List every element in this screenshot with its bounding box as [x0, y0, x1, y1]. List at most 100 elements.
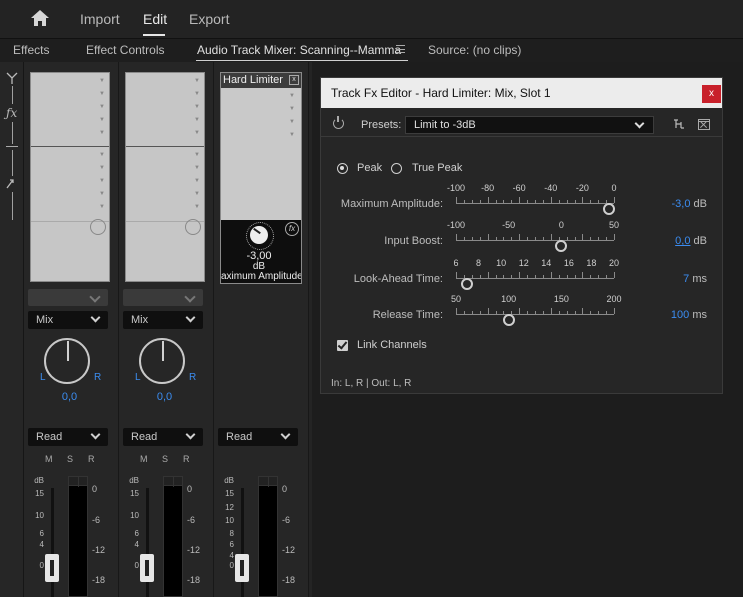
volume-fader[interactable] [140, 554, 154, 582]
param-value[interactable]: -3,0 dB [647, 198, 708, 210]
param-slider-tick [479, 237, 481, 240]
record-button[interactable]: R [88, 454, 95, 464]
automation-dropdown[interactable]: Read [218, 428, 298, 446]
send-slot[interactable]: ▼ [126, 201, 204, 216]
param-slider-rail[interactable] [456, 278, 614, 279]
true-peak-label[interactable]: True Peak [412, 162, 462, 174]
effects-rack: ▼ ▼ ▼ ▼ ▼ ▼ ▼ ▼ ▼ ▼ [125, 72, 205, 282]
effects-rack: Hard Limiter x ▼ ▼ ▼ ▼ fx -3,00 dB aximu… [220, 72, 302, 284]
tab-effects[interactable]: Effects [13, 43, 49, 57]
mixer-left-strip: ƒx [0, 62, 24, 597]
power-icon[interactable] [333, 116, 344, 129]
chevron-down-icon [185, 429, 196, 440]
param-slider-rail[interactable] [456, 203, 614, 204]
pan-knob[interactable] [44, 338, 90, 384]
parameter-knob[interactable] [246, 222, 274, 250]
nav-import[interactable]: Import [80, 11, 120, 27]
save-preset-icon[interactable] [673, 119, 685, 130]
home-icon[interactable] [30, 9, 50, 27]
true-peak-radio[interactable] [391, 163, 402, 174]
parameter-value: -3,00 [246, 250, 272, 262]
fader-scale-label: 15 [225, 489, 234, 498]
effect-slot[interactable]: ▼ [31, 127, 109, 142]
collapse-icon[interactable] [6, 72, 18, 84]
param-value-number[interactable]: 100 [671, 309, 689, 321]
nav-edit[interactable]: Edit [143, 11, 167, 27]
peak-label[interactable]: Peak [357, 162, 382, 174]
panel-menu-icon[interactable] [396, 45, 405, 53]
nav-export[interactable]: Export [189, 11, 229, 27]
send-dropdown[interactable] [28, 289, 108, 306]
chevron-down-icon [90, 429, 101, 440]
param-slider-tick [535, 237, 536, 240]
dialog-title-bar[interactable]: Track Fx Editor - Hard Limiter: Mix, Slo… [321, 78, 722, 108]
tab-active-underline [196, 60, 408, 61]
param-slider-tick [471, 200, 473, 203]
tab-audio-track-mixer[interactable]: Audio Track Mixer: Scanning--Mamma [197, 43, 401, 57]
param-value[interactable]: 0,0 dB [647, 235, 707, 247]
param-value[interactable]: 7 ms [647, 273, 707, 285]
meter-peak-indicator[interactable] [163, 476, 183, 487]
link-channels-checkbox[interactable] [337, 340, 348, 351]
param-value-number[interactable]: 7 [683, 273, 689, 285]
automation-dropdown[interactable]: Read [28, 428, 108, 446]
track-output-dropdown[interactable]: Mix [28, 311, 108, 329]
pan-value[interactable]: 0,0 [24, 391, 115, 403]
effect-slot[interactable]: ▼ [221, 129, 299, 144]
track-output-dropdown[interactable]: Mix [123, 311, 203, 329]
param-slider-tick [542, 311, 544, 314]
peak-radio[interactable] [337, 163, 348, 174]
param-value[interactable]: 100 ms [647, 309, 707, 321]
tab-source[interactable]: Source: (no clips) [428, 43, 521, 57]
fader-scale-label: 10 [225, 516, 234, 525]
param-slider-thumb[interactable] [461, 278, 474, 290]
solo-button[interactable]: S [162, 454, 168, 464]
param-slider-thumb[interactable] [502, 314, 515, 326]
param-slider-tick [503, 200, 505, 203]
send-knob[interactable] [185, 219, 201, 235]
meter-peak-indicator[interactable] [258, 476, 278, 487]
meter-peak-indicator[interactable] [68, 476, 88, 487]
fx-icon[interactable]: ƒx [6, 106, 17, 120]
param-slider-rail[interactable] [456, 240, 614, 241]
hard-limiter-slot[interactable]: Hard Limiter x [221, 73, 301, 88]
param-slider-tick [511, 275, 513, 278]
fader-scale-label: 6 [39, 529, 44, 538]
remove-effect-button[interactable]: x [289, 75, 299, 85]
panel-tab-row: Effects Effect Controls Audio Track Mixe… [0, 38, 743, 62]
nav-active-underline [143, 34, 165, 36]
delete-preset-icon[interactable] [698, 119, 710, 130]
send-dropdown[interactable] [123, 289, 203, 306]
pan-value[interactable]: 0,0 [119, 391, 210, 403]
effect-slot[interactable]: ▼ [126, 127, 204, 142]
param-value-number[interactable]: -3,0 [672, 198, 691, 210]
param-slider-thumb[interactable] [603, 203, 616, 215]
slot-arrow-icon: ▼ [194, 178, 200, 184]
tab-effect-controls[interactable]: Effect Controls [86, 43, 164, 57]
send-icon[interactable] [5, 178, 19, 190]
record-button[interactable]: R [183, 454, 190, 464]
mute-button[interactable]: M [140, 454, 148, 464]
parameter-name[interactable]: aximum Amplitude [221, 271, 301, 282]
param-value-number[interactable]: 0,0 [675, 235, 690, 247]
volume-fader[interactable] [235, 554, 249, 582]
slot-arrow-icon: ▼ [99, 117, 105, 123]
param-scale-label: 8 [476, 258, 482, 268]
level-meter [258, 476, 278, 597]
volume-fader[interactable] [45, 554, 59, 582]
mute-button[interactable]: M [45, 454, 53, 464]
pan-knob[interactable] [139, 338, 185, 384]
send-knob[interactable] [90, 219, 106, 235]
presets-dropdown[interactable]: Limit to -3dB [405, 116, 654, 134]
param-slider-rail[interactable] [456, 314, 614, 315]
fx-bypass-icon[interactable]: fx [285, 222, 299, 236]
solo-button[interactable]: S [67, 454, 73, 464]
close-button[interactable]: x [702, 85, 721, 103]
send-slot[interactable]: ▼ [31, 201, 109, 216]
link-channels-label[interactable]: Link Channels [357, 339, 427, 351]
param-slider-tick [487, 308, 489, 314]
param-slider-tick [606, 275, 608, 278]
automation-dropdown[interactable]: Read [123, 428, 203, 446]
param-slider-thumb[interactable] [555, 240, 568, 252]
param-slider-tick [511, 237, 513, 240]
